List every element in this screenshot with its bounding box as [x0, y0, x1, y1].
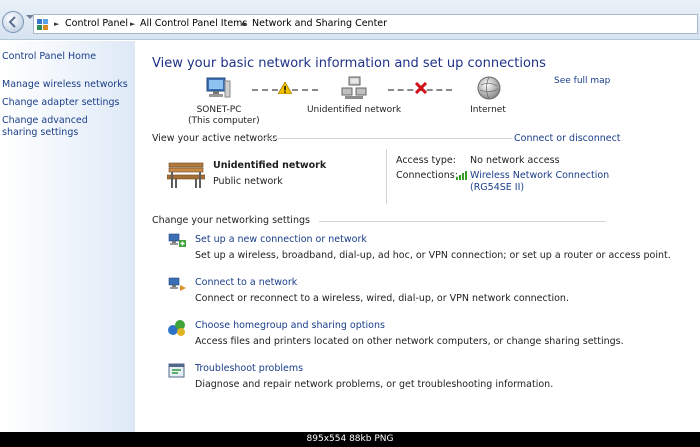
homegroup-icon	[168, 320, 185, 336]
back-arrow-icon	[8, 16, 16, 28]
breadcrumb-all-items[interactable]: All Control Panel Items	[140, 18, 247, 29]
troubleshoot-link[interactable]: Troubleshoot problems	[195, 363, 303, 374]
address-bar: ► Control Panel ► All Control Panel Item…	[0, 0, 700, 40]
wireless-signal-icon	[456, 171, 467, 180]
page-title: View your basic network information and …	[152, 56, 546, 71]
computer-name: SONET-PC	[196, 105, 242, 115]
warning-icon	[278, 82, 292, 94]
sidebar-item-manage-wireless[interactable]: Manage wireless networks	[2, 79, 132, 91]
breadcrumb-separator-icon[interactable]: ►	[130, 20, 135, 28]
networking-settings-header: Change your networking settings	[152, 215, 310, 226]
sidebar-item-control-panel-home[interactable]: Control Panel Home	[2, 51, 132, 63]
image-info-bar: 895x554 88kb PNG	[0, 432, 700, 447]
active-networks-header: View your active networks	[152, 133, 278, 144]
see-full-map-link[interactable]: See full map	[554, 76, 610, 86]
computer-icon[interactable]	[205, 77, 231, 101]
active-network-name: Unidentified network	[213, 160, 327, 171]
computer-sub-label: (This computer)	[188, 116, 260, 126]
breadcrumb-network-sharing-center[interactable]: Network and Sharing Center	[252, 18, 387, 29]
homegroup-sharing-link[interactable]: Choose homegroup and sharing options	[195, 320, 385, 331]
troubleshoot-desc: Diagnose and repair network problems, or…	[195, 379, 554, 390]
connect-or-disconnect-link[interactable]: Connect or disconnect	[512, 133, 621, 144]
internet-globe-icon[interactable]	[477, 76, 501, 100]
sidebar-item-advanced-sharing[interactable]: Change advanced sharing settings	[2, 115, 120, 139]
error-x-icon	[415, 82, 427, 94]
connect-to-network-desc: Connect or reconnect to a wireless, wire…	[195, 293, 569, 304]
network-type-link[interactable]: Public network	[213, 176, 283, 187]
network-label: Unidentified network	[306, 105, 402, 115]
connections-label: Connections:	[396, 170, 458, 181]
sidebar: Control Panel Home Manage wireless netwo…	[0, 41, 135, 432]
sidebar-item-change-adapter[interactable]: Change adapter settings	[2, 97, 132, 109]
access-type-value: No network access	[470, 155, 560, 166]
breadcrumb[interactable]: ► Control Panel ► All Control Panel Item…	[33, 14, 698, 34]
park-bench-icon	[167, 162, 205, 188]
breadcrumb-control-panel[interactable]: Control Panel	[65, 18, 128, 29]
breadcrumb-separator-icon[interactable]: ►	[242, 20, 247, 28]
troubleshoot-icon	[168, 363, 185, 378]
internet-label: Internet	[470, 105, 506, 115]
wireless-connection-link[interactable]: Wireless Network Connection	[470, 170, 609, 181]
wireless-connection-ssid[interactable]: (RG54SE II)	[470, 182, 524, 193]
image-info-text: 895x554 88kb PNG	[306, 434, 394, 444]
main-content: View your basic network information and …	[136, 41, 700, 432]
breadcrumb-separator-icon[interactable]: ►	[54, 20, 59, 28]
new-connection-icon	[168, 233, 186, 247]
connect-network-icon	[168, 277, 186, 291]
back-button[interactable]	[2, 11, 24, 33]
setup-new-connection-desc: Set up a wireless, broadband, dial-up, a…	[195, 250, 671, 261]
vertical-divider	[386, 149, 387, 204]
connect-to-network-link[interactable]: Connect to a network	[195, 277, 297, 288]
section-divider	[319, 221, 606, 222]
control-panel-icon	[37, 19, 48, 30]
computer-label: SONET-PC (This computer)	[188, 105, 260, 127]
access-type-label: Access type:	[396, 155, 456, 166]
network-icon[interactable]	[341, 76, 367, 102]
homegroup-sharing-desc: Access files and printers located on oth…	[195, 336, 624, 347]
network-sharing-center-window: ► Control Panel ► All Control Panel Item…	[0, 0, 700, 432]
setup-new-connection-link[interactable]: Set up a new connection or network	[195, 234, 367, 245]
